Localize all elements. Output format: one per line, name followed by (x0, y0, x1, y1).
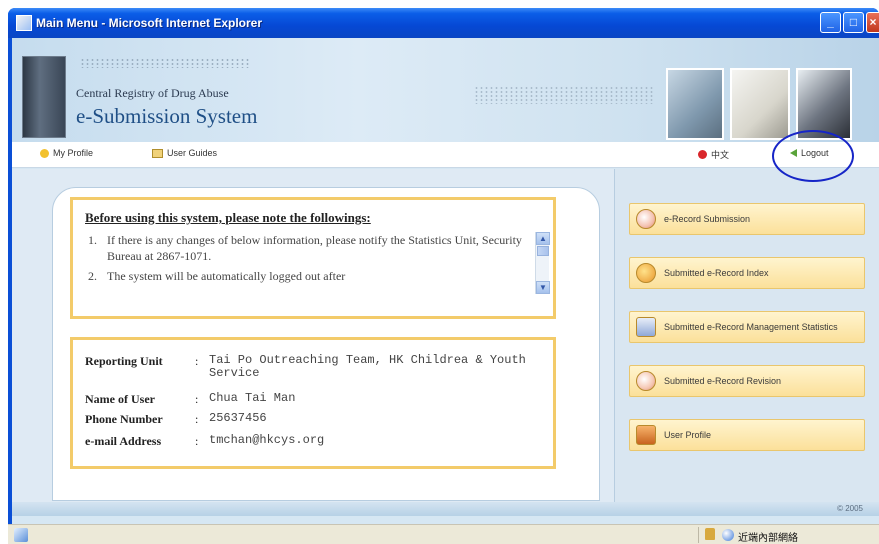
notice-list[interactable]: 1. If there is any changes of below info… (79, 232, 529, 294)
menu-label: Submitted e-Record Management Statistics (664, 322, 838, 332)
title-bar[interactable]: Main Menu - Microsoft Internet Explorer … (8, 8, 879, 38)
guide-book-icon (152, 148, 163, 158)
page-footer: © 2005 (12, 502, 879, 516)
browser-window: Main Menu - Microsoft Internet Explorer … (8, 8, 879, 544)
lock-icon (705, 528, 715, 540)
user-info-box: Reporting Unit : Tai Po Outreaching Team… (70, 337, 556, 469)
menu-label: User Profile (664, 430, 712, 440)
pens-photo (796, 68, 852, 140)
notice-title: Before using this system, please note th… (85, 210, 371, 225)
email-label: e-mail Address (85, 434, 162, 448)
chart-icon (636, 317, 656, 337)
banner-pattern (474, 86, 654, 104)
logo-pattern (80, 58, 250, 68)
reporting-unit-value: Tai Po Outreaching Team, HK Childrea & Y… (209, 353, 526, 380)
reporting-unit-label: Reporting Unit (85, 354, 163, 368)
scroll-thumb[interactable] (537, 246, 549, 256)
email-value: tmchan@hkcys.org (209, 433, 325, 447)
phone-row: Phone Number : 25637456 (85, 411, 267, 427)
notice-item-text: If there is any changes of below informa… (107, 233, 522, 263)
notice-item-number: 1. (88, 233, 97, 247)
page-content: Central Registry of Drug Abuse e-Submiss… (12, 38, 879, 524)
reporting-unit-row: Reporting Unit : Tai Po Outreaching Team… (85, 354, 539, 380)
scroll-down-button[interactable]: ▼ (536, 281, 550, 294)
ie-app-icon (16, 15, 32, 31)
close-button[interactable]: × (866, 12, 879, 33)
language-link[interactable]: 中文 (698, 148, 729, 161)
phone-label: Phone Number (85, 412, 163, 426)
my-profile-link[interactable]: My Profile (40, 148, 93, 158)
notice-item: 1. If there is any changes of below info… (79, 232, 529, 264)
profile-icon (636, 425, 656, 445)
header-banner: Central Registry of Drug Abuse e-Submiss… (12, 38, 879, 142)
registry-name: Central Registry of Drug Abuse (76, 86, 229, 100)
security-zone-label: 近端內部網絡 (738, 533, 798, 544)
highlight-circle (772, 130, 854, 182)
user-profile-button[interactable]: User Profile (629, 419, 865, 451)
menu-label: Submitted e-Record Index (664, 268, 769, 278)
folder-icon (636, 263, 656, 283)
notice-scrollbar[interactable]: ▲ ▼ (535, 232, 550, 294)
notice-box: Before using this system, please note th… (70, 197, 556, 319)
language-label: 中文 (711, 150, 730, 160)
scroll-up-button[interactable]: ▲ (536, 232, 550, 245)
user-name-row: Name of User : Chua Tai Man (85, 391, 296, 407)
e-record-revision-button[interactable]: Submitted e-Record Revision (629, 365, 865, 397)
disc-icon (636, 209, 656, 229)
e-record-submission-button[interactable]: e-Record Submission (629, 203, 865, 235)
menu-label: Submitted e-Record Revision (664, 376, 782, 386)
my-profile-label: My Profile (53, 148, 94, 158)
submitted-e-record-index-button[interactable]: Submitted e-Record Index (629, 257, 865, 289)
menu-label: e-Record Submission (664, 214, 751, 224)
user-guide-label: User Guides (167, 148, 218, 158)
maximize-button[interactable]: □ (843, 12, 864, 33)
management-statistics-button[interactable]: Submitted e-Record Management Statistics (629, 311, 865, 343)
status-bar: 近端內部網絡 (8, 524, 879, 544)
email-row: e-mail Address : tmchan@hkcys.org (85, 433, 325, 449)
revision-icon (636, 371, 656, 391)
system-name: e-Submission System (76, 104, 258, 128)
computer-photo (666, 68, 724, 140)
minimize-button[interactable]: _ (820, 12, 841, 33)
document-photo (730, 68, 790, 140)
copyright-text: © 2005 (837, 504, 863, 513)
nav-bar: My Profile User Guides 中文 Logout (12, 142, 879, 168)
intranet-zone-icon (722, 529, 734, 541)
notice-item-number: 2. (88, 269, 97, 283)
phone-value: 25637456 (209, 411, 267, 425)
window-title: Main Menu - Microsoft Internet Explorer (36, 16, 263, 30)
user-name-label: Name of User (85, 392, 155, 406)
main-menu: e-Record Submission Submitted e-Record I… (614, 169, 879, 502)
notice-item: 2. The system will be automatically logg… (79, 268, 529, 284)
book-graphic (22, 56, 66, 138)
notice-item-text: The system will be automatically logged … (107, 269, 346, 283)
user-guide-link[interactable]: User Guides (152, 148, 217, 158)
profile-dot-icon (40, 148, 49, 158)
main-panel: Before using this system, please note th… (12, 169, 614, 502)
user-name-value: Chua Tai Man (209, 391, 296, 405)
page-status-icon (14, 528, 28, 542)
language-dot-icon (698, 150, 707, 159)
